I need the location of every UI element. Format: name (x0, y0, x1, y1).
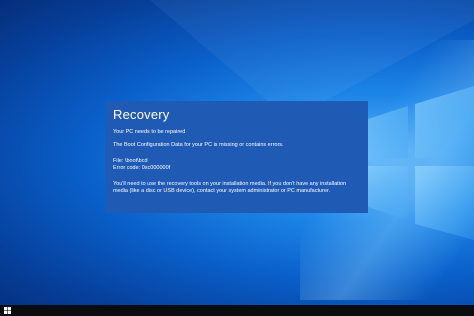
file-path: File: \boot\bcd (113, 158, 148, 164)
instructions-line-1: You'll need to use the recovery tools on… (113, 181, 347, 187)
recovery-dialog: Recovery Your PC needs to be repaired Th… (105, 101, 368, 213)
taskbar (0, 305, 474, 316)
recovery-title: Recovery (113, 107, 170, 122)
windows-start-icon[interactable] (4, 307, 11, 314)
repair-subtitle: Your PC needs to be repaired (113, 129, 186, 135)
error-code: Error code: 0xc000000f (113, 165, 171, 171)
instructions-line-2: media (like a disc or USB device), conta… (113, 188, 331, 194)
error-message: The Boot Configuration Data for your PC … (113, 142, 284, 148)
